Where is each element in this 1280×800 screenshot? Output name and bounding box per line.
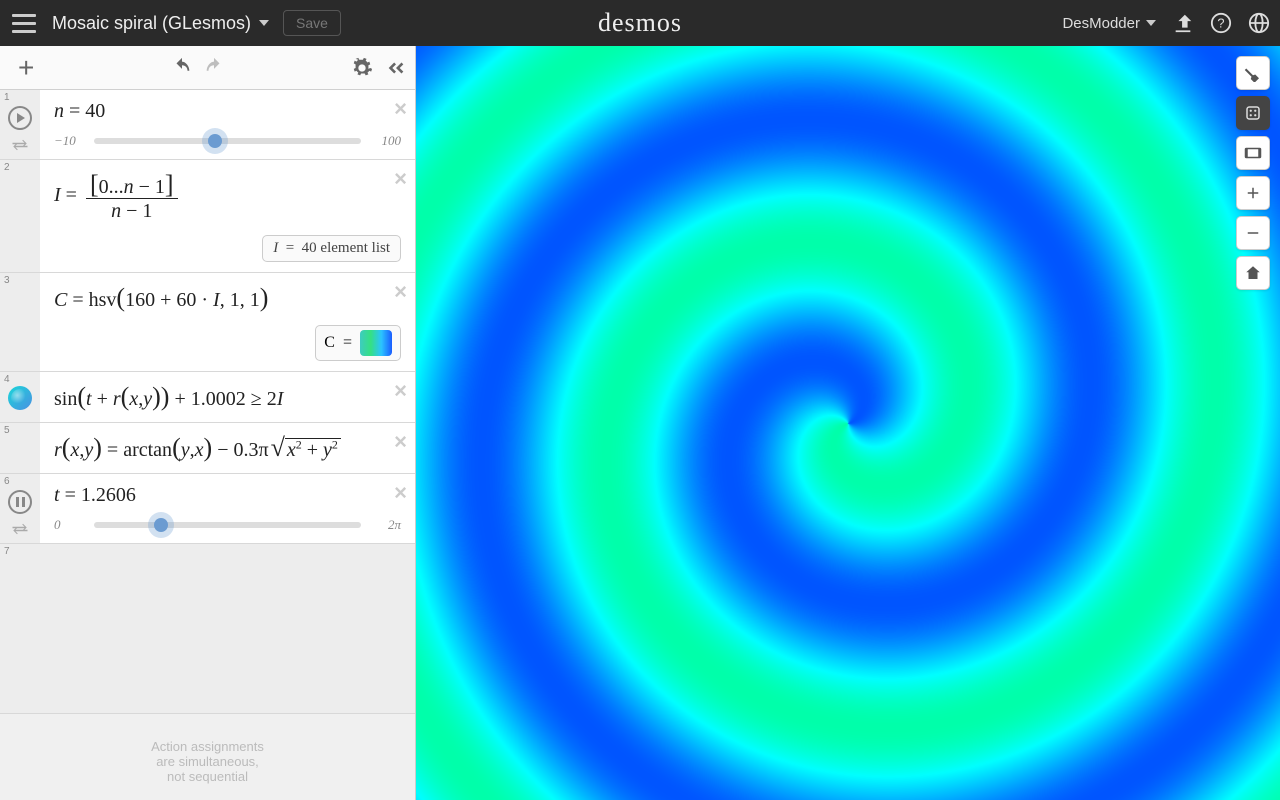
- expression-formula[interactable]: t = 1.2606: [54, 484, 401, 507]
- expression-body[interactable]: ×t = 1.2606 0 2π: [40, 474, 415, 543]
- expression-row[interactable]: 7: [0, 544, 415, 714]
- footer-line: not sequential: [16, 769, 399, 784]
- play-icon[interactable]: [8, 106, 32, 130]
- expression-gutter: 7: [0, 544, 40, 713]
- add-expression-button[interactable]: +: [8, 52, 44, 84]
- footer-note: Action assignments are simultaneous, not…: [0, 723, 415, 800]
- footer-line: Action assignments: [16, 739, 399, 754]
- expression-gutter: 2: [0, 160, 40, 272]
- globe-icon[interactable]: [1248, 12, 1270, 34]
- loop-icon[interactable]: [11, 138, 29, 152]
- expression-gutter: 4: [0, 372, 40, 422]
- delete-expression-icon[interactable]: ×: [394, 480, 407, 506]
- expression-gutter: 6: [0, 474, 40, 543]
- slider-min[interactable]: −10: [54, 133, 84, 149]
- expression-index: 6: [4, 476, 10, 487]
- settings-gear-icon[interactable]: [351, 57, 373, 79]
- share-icon[interactable]: [1172, 12, 1194, 34]
- save-button[interactable]: Save: [283, 10, 341, 36]
- expression-body[interactable]: ×n = 40 −10 100: [40, 90, 415, 159]
- delete-expression-icon[interactable]: ×: [394, 166, 407, 192]
- expression-gutter: 1: [0, 90, 40, 159]
- expression-index: 1: [4, 92, 10, 103]
- result-badge: I = 40 element list: [262, 235, 401, 262]
- expression-formula[interactable]: C = hsv(160 + 60 · I, 1, 1): [54, 283, 401, 313]
- zoom-out-button[interactable]: [1236, 216, 1270, 250]
- slider-max[interactable]: 100: [371, 133, 401, 149]
- expression-body[interactable]: ×sin(t + r(x,y)) + 1.0002 ≥ 2I: [40, 372, 415, 422]
- delete-expression-icon[interactable]: ×: [394, 378, 407, 404]
- loop-icon[interactable]: [11, 522, 29, 536]
- video-icon[interactable]: [1236, 136, 1270, 170]
- app-header: Mosaic spiral (GLesmos) Save desmos DesM…: [0, 0, 1280, 46]
- expression-row[interactable]: 1 ×n = 40 −10 100: [0, 90, 415, 160]
- help-icon[interactable]: ?: [1210, 12, 1232, 34]
- expression-body[interactable]: ×I = [0...n − 1]n − 1 I = 40 element list: [40, 160, 415, 272]
- home-icon[interactable]: [1236, 256, 1270, 290]
- slider[interactable]: −10 100: [54, 133, 401, 149]
- expression-color-dot[interactable]: [8, 386, 32, 410]
- expression-index: 5: [4, 425, 10, 436]
- color-swatch: [360, 330, 392, 356]
- user-menu[interactable]: DesModder: [1062, 15, 1156, 32]
- expression-formula[interactable]: r(x,y) = arctan(y,x) − 0.3π√x2 + y2: [54, 433, 401, 463]
- graph-tools: [1236, 56, 1270, 290]
- slider[interactable]: 0 2π: [54, 517, 401, 533]
- expression-formula[interactable]: I = [0...n − 1]n − 1: [54, 170, 401, 223]
- expression-formula[interactable]: sin(t + r(x,y)) + 1.0002 ≥ 2I: [54, 382, 401, 412]
- footer-line: are simultaneous,: [16, 754, 399, 769]
- delete-expression-icon[interactable]: ×: [394, 429, 407, 455]
- pause-icon[interactable]: [8, 490, 32, 514]
- user-name: DesModder: [1062, 15, 1140, 32]
- expression-index: 2: [4, 162, 10, 173]
- graph-title[interactable]: Mosaic spiral (GLesmos): [52, 13, 251, 34]
- expression-index: 3: [4, 275, 10, 286]
- sidebar-toolbar: +: [0, 46, 415, 90]
- expression-row[interactable]: 4 ×sin(t + r(x,y)) + 1.0002 ≥ 2I: [0, 372, 415, 423]
- slider-min[interactable]: 0: [54, 517, 84, 533]
- expression-list[interactable]: 1×n = 40−101002×I = [0...n − 1]n − 1I = …: [0, 90, 415, 800]
- user-dropdown-icon: [1146, 20, 1156, 26]
- undo-redo-group: [171, 57, 225, 79]
- desmos-logo: desmos: [598, 8, 682, 38]
- expression-body[interactable]: ×r(x,y) = arctan(y,x) − 0.3π√x2 + y2: [40, 423, 415, 473]
- slider-max[interactable]: 2π: [371, 517, 401, 533]
- header-right: DesModder ?: [1062, 12, 1270, 34]
- title-dropdown-icon[interactable]: [259, 20, 269, 26]
- menu-hamburger-icon[interactable]: [10, 9, 38, 37]
- color-result-badge: C =: [315, 325, 401, 361]
- expression-formula[interactable]: n = 40: [54, 100, 401, 123]
- slider-thumb[interactable]: [154, 518, 168, 532]
- graph-area[interactable]: [416, 46, 1280, 800]
- main-area: + 1×n = 40−101002×I = [0...n − 1]n − 1I …: [0, 46, 1280, 800]
- delete-expression-icon[interactable]: ×: [394, 96, 407, 122]
- expression-row[interactable]: 3 ×C = hsv(160 + 60 · I, 1, 1) C =: [0, 273, 415, 372]
- expression-gutter: 3: [0, 273, 40, 371]
- redo-icon[interactable]: [203, 57, 225, 79]
- expression-sidebar: + 1×n = 40−101002×I = [0...n − 1]n − 1I …: [0, 46, 416, 800]
- wrench-icon[interactable]: [1236, 56, 1270, 90]
- expression-index: 4: [4, 374, 10, 385]
- svg-text:?: ?: [1217, 16, 1224, 31]
- desmodder-icon[interactable]: [1236, 96, 1270, 130]
- slider-track[interactable]: [94, 138, 361, 144]
- title-area: Mosaic spiral (GLesmos) Save: [52, 10, 341, 36]
- slider-thumb[interactable]: [208, 134, 222, 148]
- toolbar-right: [351, 57, 407, 79]
- expression-gutter: 5: [0, 423, 40, 473]
- undo-icon[interactable]: [171, 57, 193, 79]
- delete-expression-icon[interactable]: ×: [394, 279, 407, 305]
- collapse-panel-icon[interactable]: [385, 57, 407, 79]
- zoom-in-button[interactable]: [1236, 176, 1270, 210]
- expression-row[interactable]: 2 ×I = [0...n − 1]n − 1 I = 40 element lis…: [0, 160, 415, 273]
- expression-row[interactable]: 5 ×r(x,y) = arctan(y,x) − 0.3π√x2 + y2: [0, 423, 415, 474]
- slider-track[interactable]: [94, 522, 361, 528]
- expression-row[interactable]: 6 ×t = 1.2606 0 2π: [0, 474, 415, 544]
- graph-canvas[interactable]: [416, 46, 1280, 800]
- expression-index: 7: [4, 546, 10, 557]
- expression-body[interactable]: ×C = hsv(160 + 60 · I, 1, 1) C =: [40, 273, 415, 371]
